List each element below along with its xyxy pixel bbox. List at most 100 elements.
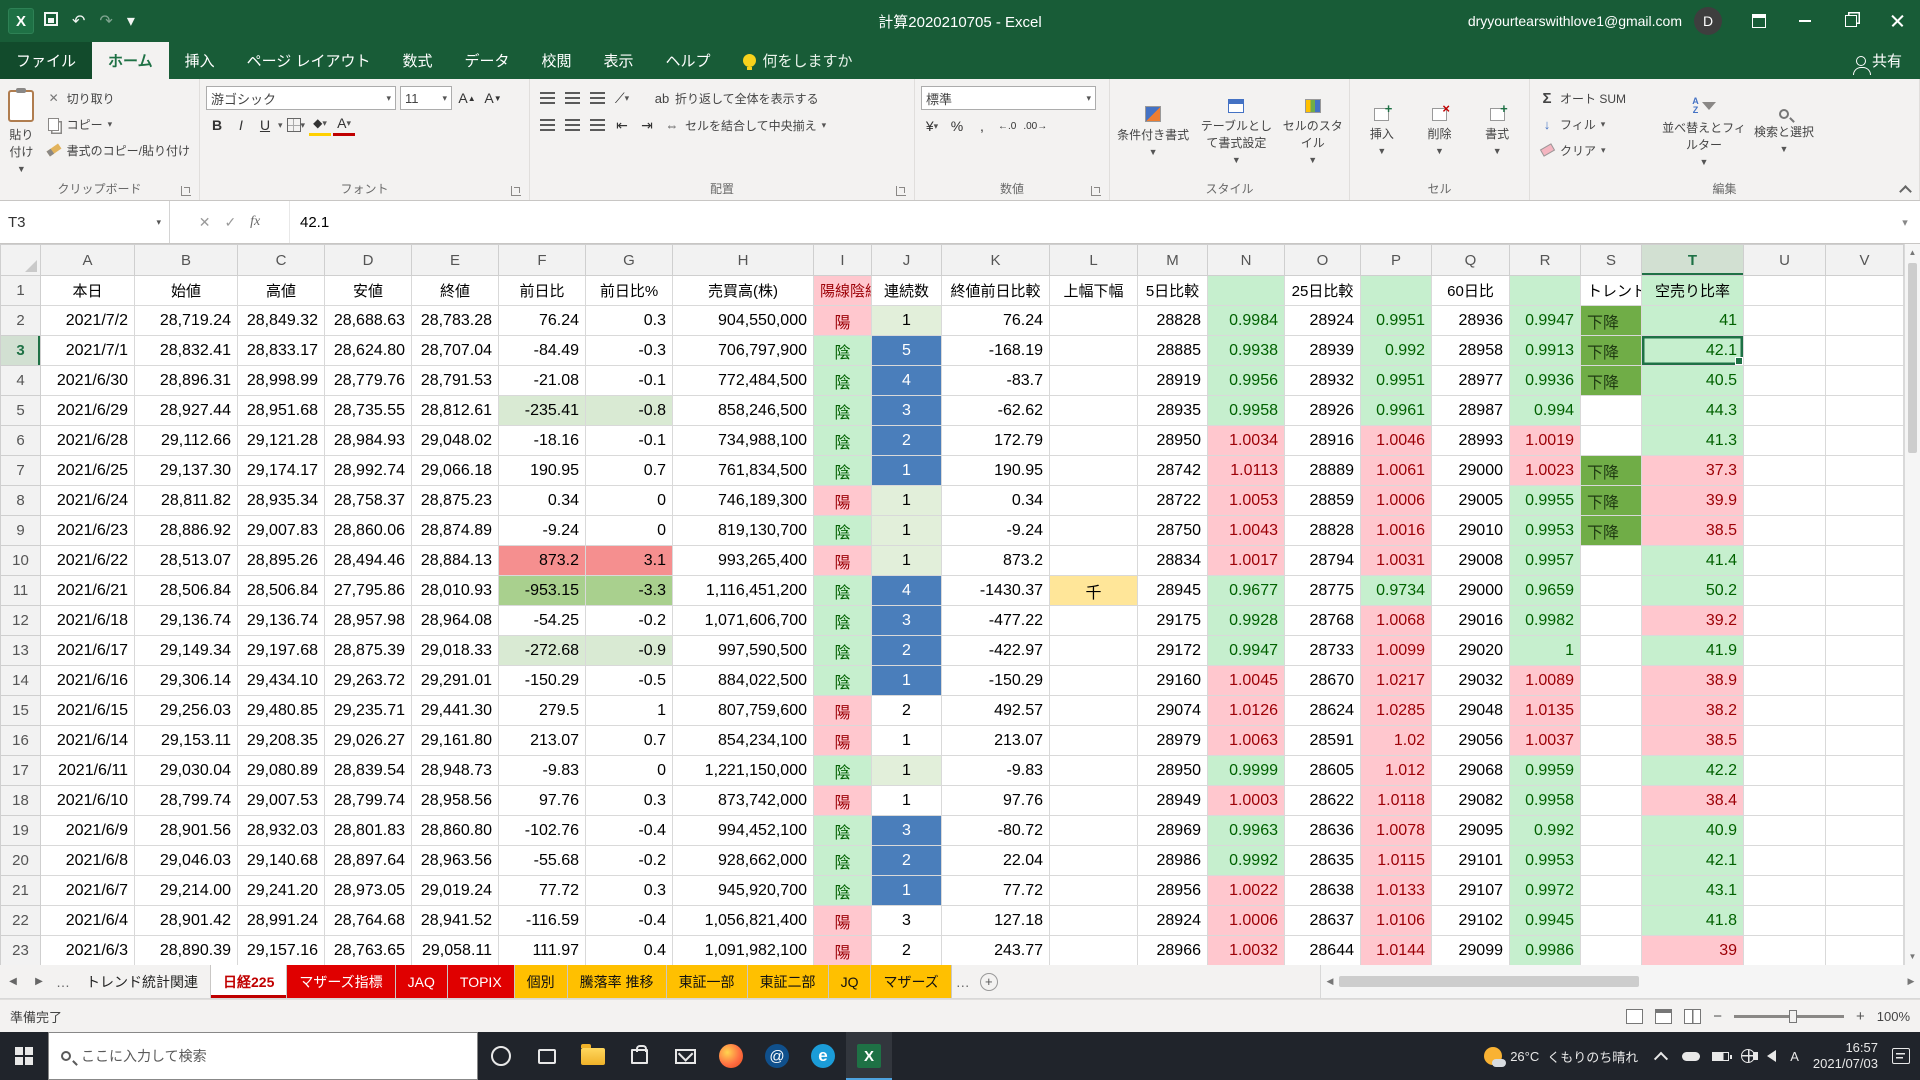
- cell-E21[interactable]: 29,019.24: [412, 876, 499, 906]
- cell-K6[interactable]: 172.79: [942, 426, 1050, 456]
- italic-button[interactable]: I: [230, 114, 252, 136]
- cell-M13[interactable]: 29172: [1138, 636, 1208, 666]
- cell-R17[interactable]: 0.9959: [1510, 756, 1581, 786]
- cell-styles-button[interactable]: セルのスタイル▼: [1282, 83, 1343, 180]
- cell-K4[interactable]: -83.7: [942, 366, 1050, 396]
- cell-M14[interactable]: 29160: [1138, 666, 1208, 696]
- font-name-combo[interactable]: 游ゴシック▾: [206, 86, 396, 110]
- cell-T4[interactable]: 40.5: [1642, 366, 1744, 396]
- cell-A9[interactable]: 2021/6/23: [41, 516, 135, 546]
- cell-R6[interactable]: 1.0019: [1510, 426, 1581, 456]
- cell-M11[interactable]: 28945: [1138, 576, 1208, 606]
- cell-M9[interactable]: 28750: [1138, 516, 1208, 546]
- cell-O21[interactable]: 28638: [1285, 876, 1361, 906]
- cell-L15[interactable]: [1050, 696, 1138, 726]
- cell-S5[interactable]: [1581, 396, 1642, 426]
- cell-I18[interactable]: 陽: [814, 786, 872, 816]
- cell-L8[interactable]: [1050, 486, 1138, 516]
- cell-B13[interactable]: 29,149.34: [135, 636, 238, 666]
- row-header-15[interactable]: 15: [1, 696, 41, 726]
- underline-button[interactable]: U: [254, 114, 276, 136]
- cell-C19[interactable]: 28,932.03: [238, 816, 325, 846]
- cell-J13[interactable]: 2: [872, 636, 942, 666]
- cell-U5[interactable]: [1744, 396, 1826, 426]
- edge-icon[interactable]: [800, 1032, 846, 1080]
- align-center-button[interactable]: [561, 114, 583, 136]
- percent-format-button[interactable]: %: [946, 115, 968, 137]
- cell-R1[interactable]: [1510, 276, 1581, 306]
- cell-Q7[interactable]: 29000: [1432, 456, 1510, 486]
- cell-O16[interactable]: 28591: [1285, 726, 1361, 756]
- cell-M7[interactable]: 28742: [1138, 456, 1208, 486]
- cell-V13[interactable]: [1826, 636, 1904, 666]
- cell-S7[interactable]: 下降: [1581, 456, 1642, 486]
- cell-D12[interactable]: 28,957.98: [325, 606, 412, 636]
- cell-I14[interactable]: 陰: [814, 666, 872, 696]
- cell-L12[interactable]: [1050, 606, 1138, 636]
- cell-I9[interactable]: 陰: [814, 516, 872, 546]
- cell-D13[interactable]: 28,875.39: [325, 636, 412, 666]
- column-header-V[interactable]: V: [1826, 245, 1904, 276]
- zoom-slider-thumb[interactable]: [1789, 1010, 1797, 1023]
- cell-P7[interactable]: 1.0061: [1361, 456, 1432, 486]
- cell-U9[interactable]: [1744, 516, 1826, 546]
- column-header-N[interactable]: N: [1208, 245, 1285, 276]
- cell-K10[interactable]: 873.2: [942, 546, 1050, 576]
- cell-O2[interactable]: 28924: [1285, 306, 1361, 336]
- tab-view[interactable]: 表示: [588, 42, 650, 79]
- cell-K18[interactable]: 97.76: [942, 786, 1050, 816]
- row-header-11[interactable]: 11: [1, 576, 41, 606]
- cell-G23[interactable]: 0.4: [586, 936, 673, 966]
- column-header-O[interactable]: O: [1285, 245, 1361, 276]
- align-left-button[interactable]: [536, 114, 558, 136]
- cell-G20[interactable]: -0.2: [586, 846, 673, 876]
- cell-E22[interactable]: 28,941.52: [412, 906, 499, 936]
- cell-S8[interactable]: 下降: [1581, 486, 1642, 516]
- cell-T15[interactable]: 38.2: [1642, 696, 1744, 726]
- cell-O19[interactable]: 28636: [1285, 816, 1361, 846]
- cell-R4[interactable]: 0.9936: [1510, 366, 1581, 396]
- save-button[interactable]: [44, 12, 58, 31]
- cell-N20[interactable]: 0.9992: [1208, 846, 1285, 876]
- row-header-21[interactable]: 21: [1, 876, 41, 906]
- column-header-S[interactable]: S: [1581, 245, 1642, 276]
- collapse-ribbon-button[interactable]: [1898, 182, 1912, 196]
- cell-R11[interactable]: 0.9659: [1510, 576, 1581, 606]
- cell-C14[interactable]: 29,434.10: [238, 666, 325, 696]
- tab-file[interactable]: ファイル: [0, 42, 92, 79]
- cell-O4[interactable]: 28932: [1285, 366, 1361, 396]
- cell-U18[interactable]: [1744, 786, 1826, 816]
- cell-G15[interactable]: 1: [586, 696, 673, 726]
- cell-J5[interactable]: 3: [872, 396, 942, 426]
- row-header-14[interactable]: 14: [1, 666, 41, 696]
- cell-Q21[interactable]: 29107: [1432, 876, 1510, 906]
- cell-C18[interactable]: 29,007.53: [238, 786, 325, 816]
- sheet-tab-マザーズ指標[interactable]: マザーズ指標: [287, 965, 395, 998]
- cell-D7[interactable]: 28,992.74: [325, 456, 412, 486]
- cell-B1[interactable]: 始値: [135, 276, 238, 306]
- row-header-18[interactable]: 18: [1, 786, 41, 816]
- cell-D2[interactable]: 28,688.63: [325, 306, 412, 336]
- cell-V4[interactable]: [1826, 366, 1904, 396]
- cell-P22[interactable]: 1.0106: [1361, 906, 1432, 936]
- page-break-view-button[interactable]: [1684, 1009, 1701, 1024]
- wrap-text-button[interactable]: ab折り返して全体を表示する: [651, 87, 822, 109]
- cell-M18[interactable]: 28949: [1138, 786, 1208, 816]
- cell-C7[interactable]: 29,174.17: [238, 456, 325, 486]
- cell-L23[interactable]: [1050, 936, 1138, 966]
- cell-R20[interactable]: 0.9953: [1510, 846, 1581, 876]
- cell-N15[interactable]: 1.0126: [1208, 696, 1285, 726]
- cell-K9[interactable]: -9.24: [942, 516, 1050, 546]
- cell-V19[interactable]: [1826, 816, 1904, 846]
- align-right-button[interactable]: [586, 114, 608, 136]
- cell-V6[interactable]: [1826, 426, 1904, 456]
- cell-F2[interactable]: 76.24: [499, 306, 586, 336]
- cell-H14[interactable]: 884,022,500: [673, 666, 814, 696]
- autosum-button[interactable]: Σオート SUM: [1536, 87, 1656, 109]
- cell-U17[interactable]: [1744, 756, 1826, 786]
- mail-at-icon[interactable]: [754, 1032, 800, 1080]
- cell-A5[interactable]: 2021/6/29: [41, 396, 135, 426]
- cell-J3[interactable]: 5: [872, 336, 942, 366]
- row-header-1[interactable]: 1: [1, 276, 41, 306]
- cell-A22[interactable]: 2021/6/4: [41, 906, 135, 936]
